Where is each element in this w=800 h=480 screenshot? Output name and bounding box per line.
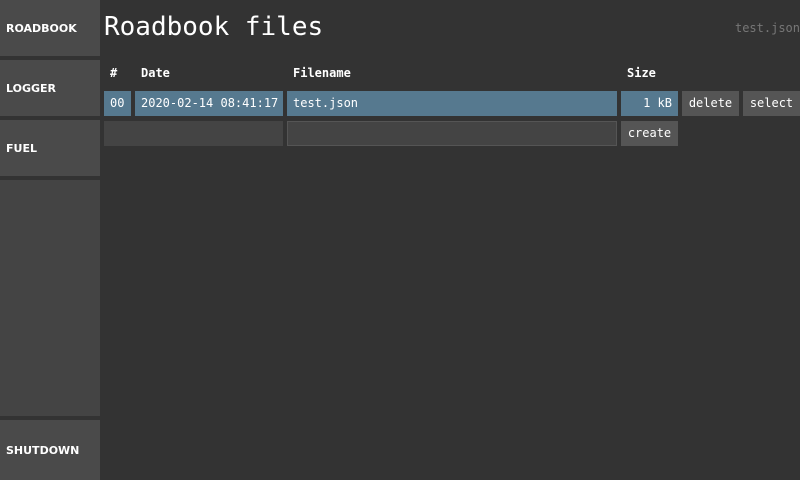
column-header-index: # (110, 66, 118, 80)
row-filename-cell[interactable]: test.json (287, 91, 617, 116)
select-button[interactable]: select (743, 91, 800, 116)
row-date-cell[interactable]: 2020-02-14 08:41:17 (135, 91, 283, 116)
new-file-date-cell (104, 121, 283, 146)
nav-logger-button[interactable]: LOGGER (0, 60, 100, 116)
column-header-date: Date (141, 66, 170, 80)
row-size-cell[interactable]: 1 kB (621, 91, 678, 116)
create-button[interactable]: create (621, 121, 678, 146)
row-index-cell[interactable]: 00 (104, 91, 131, 116)
nav-shutdown-button[interactable]: SHUTDOWN (0, 420, 100, 480)
delete-button[interactable]: delete (682, 91, 739, 116)
current-file-label: test.json (734, 21, 800, 35)
new-filename-input[interactable] (287, 121, 617, 146)
nav-roadbook-button[interactable]: ROADBOOK (0, 0, 100, 56)
nav-logger-label: LOGGER (6, 81, 57, 95)
column-header-size: Size (627, 66, 656, 80)
nav-roadbook-label: ROADBOOK (6, 21, 77, 35)
column-header-filename: Filename (293, 66, 351, 80)
sidebar: ROADBOOK LOGGER FUEL SHUTDOWN (0, 0, 100, 480)
sidebar-spacer (0, 180, 100, 416)
nav-shutdown-label: SHUTDOWN (6, 443, 80, 457)
nav-fuel-button[interactable]: FUEL (0, 120, 100, 176)
nav-fuel-label: FUEL (6, 141, 37, 155)
page-title: Roadbook files (104, 12, 324, 42)
